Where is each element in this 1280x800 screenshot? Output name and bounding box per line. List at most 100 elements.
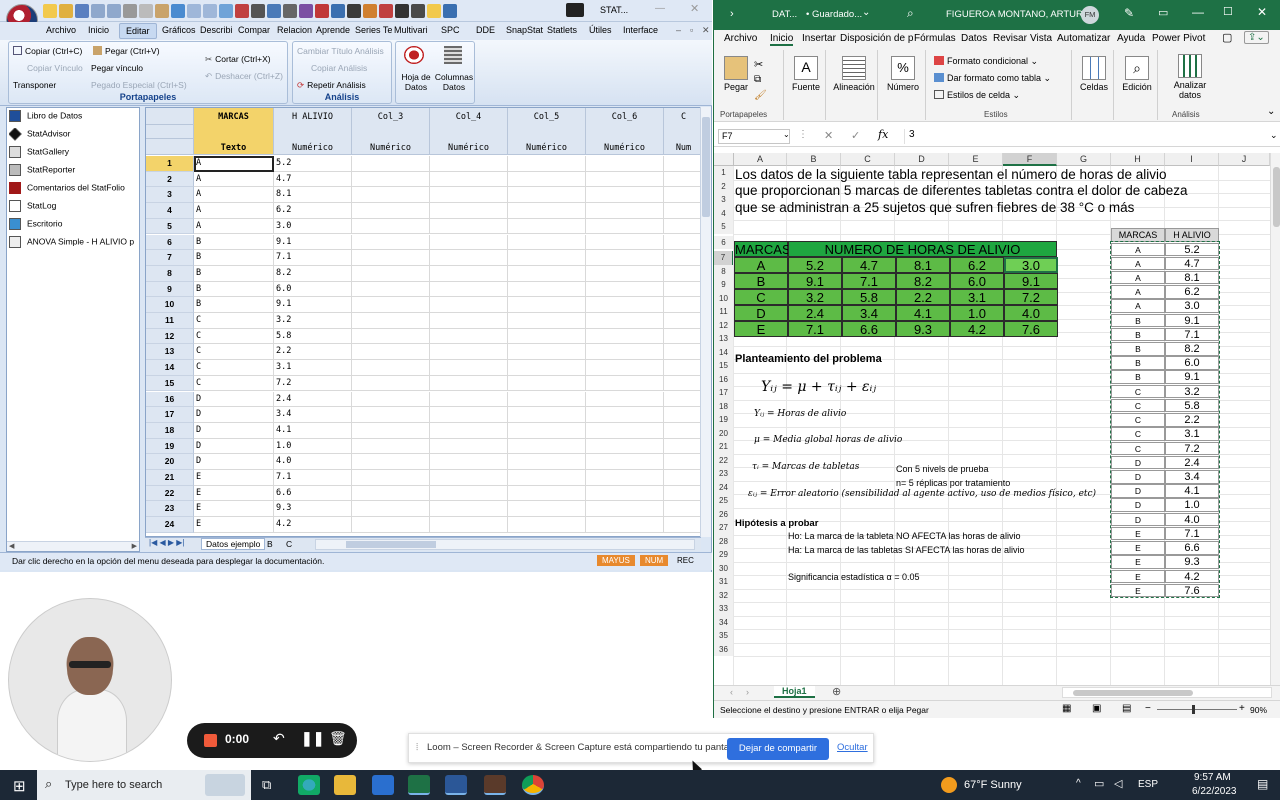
row-header[interactable]: 18	[714, 399, 734, 413]
cell-h-alivio[interactable]: 4.7	[274, 171, 352, 188]
cut-button[interactable]: ✂ Cortar (Ctrl+X)	[205, 54, 271, 65]
table-row-label[interactable]: A	[734, 257, 788, 273]
empty-cell[interactable]	[586, 344, 664, 361]
save-icon[interactable]	[75, 4, 89, 18]
empty-cell[interactable]	[508, 391, 586, 408]
row-number[interactable]: 11	[146, 313, 194, 329]
undo-icon[interactable]	[171, 4, 185, 18]
empty-cell[interactable]	[430, 187, 508, 204]
empty-cell[interactable]	[352, 485, 430, 502]
empty-cell[interactable]	[664, 266, 700, 282]
drag-handle-icon[interactable]: ⦙	[416, 742, 418, 753]
grid-icon[interactable]	[219, 4, 233, 18]
copy-icon[interactable]	[139, 4, 153, 18]
empty-cell[interactable]	[664, 360, 700, 376]
format-as-table-button[interactable]: Dar formato como tabla ⌄	[934, 73, 1051, 84]
row-header[interactable]: 6	[714, 235, 734, 249]
cell-h-alivio[interactable]: 3.1	[274, 360, 352, 376]
tab-ayuda[interactable]: Ayuda	[1117, 33, 1145, 44]
row-header[interactable]: 21	[714, 440, 734, 454]
empty-cell[interactable]	[430, 501, 508, 518]
row-header[interactable]: 13	[714, 332, 734, 346]
column-header[interactable]: B	[787, 153, 841, 166]
table-value-cell[interactable]: 3.4	[842, 305, 896, 321]
tab-c[interactable]: C	[286, 539, 292, 549]
cell-h-alivio[interactable]: 5.8	[274, 328, 352, 345]
table-value-cell[interactable]: 5.2	[788, 257, 842, 273]
cell-h-alivio[interactable]: 9.3	[274, 501, 352, 518]
cell-marca[interactable]: A	[194, 156, 274, 172]
name-box-dropdown-icon[interactable]: ⌄	[783, 130, 790, 139]
zoom-in-icon[interactable]: +	[1239, 703, 1245, 714]
title-dropdown-icon[interactable]: ⌄	[862, 7, 870, 18]
empty-cell[interactable]	[430, 203, 508, 219]
empty-cell[interactable]	[430, 265, 508, 282]
row-number[interactable]: 3	[146, 187, 194, 204]
table-value-cell[interactable]: 4.2	[950, 321, 1004, 337]
empty-cell[interactable]	[352, 344, 430, 361]
row-header[interactable]: 12	[714, 318, 734, 332]
empty-cell[interactable]	[430, 438, 508, 455]
tab-automatizar[interactable]: Automatizar	[1057, 33, 1110, 44]
table-value-cell[interactable]: 1.0	[950, 305, 1004, 321]
stats-icon[interactable]	[251, 4, 265, 18]
export-icon[interactable]	[331, 4, 345, 18]
sigma-icon[interactable]	[363, 4, 377, 18]
cell-marca[interactable]: C	[194, 313, 274, 329]
empty-cell[interactable]	[352, 470, 430, 486]
paste-link-button[interactable]: Pegar vínculo	[91, 63, 143, 73]
menu-statlets[interactable]: Statlets	[547, 25, 577, 35]
empty-cell[interactable]	[430, 297, 508, 313]
empty-cell[interactable]	[664, 376, 700, 392]
menu-editar[interactable]: Editar	[119, 23, 157, 39]
excel-taskbar-icon[interactable]	[408, 775, 430, 795]
nav-hscrollbar[interactable]: ◀ ▶	[7, 541, 139, 551]
row-number[interactable]: 21	[146, 470, 194, 486]
plot-icon[interactable]	[283, 4, 297, 18]
row-header[interactable]: 36	[714, 642, 734, 656]
row-number[interactable]: 19	[146, 438, 194, 455]
empty-cell[interactable]	[586, 422, 664, 439]
transpose-button[interactable]: Transponer	[13, 80, 56, 90]
empty-cell[interactable]	[430, 344, 508, 361]
row-number[interactable]: 20	[146, 454, 194, 470]
empty-cell[interactable]	[664, 203, 700, 219]
empty-cell[interactable]	[664, 470, 700, 486]
row-header[interactable]: 26	[714, 507, 734, 521]
empty-cell[interactable]	[586, 313, 664, 329]
cell-marca[interactable]: B	[194, 297, 274, 313]
hide-link[interactable]: Ocultar	[837, 742, 868, 753]
cell-h-alivio[interactable]: 6.6	[274, 485, 352, 502]
empty-cell[interactable]	[664, 392, 700, 408]
menu-archivo[interactable]: Archivo	[46, 25, 76, 35]
empty-cell[interactable]	[430, 250, 508, 266]
menu-inicio[interactable]: Inicio	[88, 25, 109, 35]
row-header[interactable]: 19	[714, 413, 734, 427]
row-header[interactable]: 35	[714, 629, 734, 643]
table-value-cell[interactable]: 6.0	[950, 273, 1004, 289]
paste-button[interactable]: Pegar	[722, 56, 750, 92]
cell-marca[interactable]: C	[194, 328, 274, 345]
cell-h-alivio[interactable]: 3.4	[274, 407, 352, 423]
empty-cell[interactable]	[664, 517, 700, 533]
row-header[interactable]: 8	[714, 264, 734, 278]
scroll-thumb[interactable]	[702, 117, 710, 217]
row-header[interactable]: 33	[714, 602, 734, 616]
cell-h-alivio[interactable]: 9.1	[274, 234, 352, 251]
empty-cell[interactable]	[664, 187, 700, 204]
excel-vscrollbar[interactable]	[1270, 153, 1280, 685]
empty-cell[interactable]	[430, 407, 508, 423]
table-value-cell[interactable]: 2.2	[896, 289, 950, 305]
scatter-icon[interactable]	[267, 4, 281, 18]
menu-snapstat[interactable]: SnapStat	[506, 25, 543, 35]
taskbar-search[interactable]: ⌕ Type here to search	[37, 770, 251, 800]
empty-cell[interactable]	[430, 485, 508, 502]
empty-cell[interactable]	[352, 265, 430, 282]
row-number[interactable]: 18	[146, 422, 194, 439]
number-button[interactable]: % Número	[884, 56, 922, 92]
close-button[interactable]: ✕	[1257, 5, 1267, 19]
cell-h-alivio[interactable]: 1.0	[274, 438, 352, 455]
row-header[interactable]: 30	[714, 561, 734, 575]
menu-spc[interactable]: SPC	[441, 25, 460, 35]
expand-formula-icon[interactable]: ⌄	[1270, 130, 1278, 141]
